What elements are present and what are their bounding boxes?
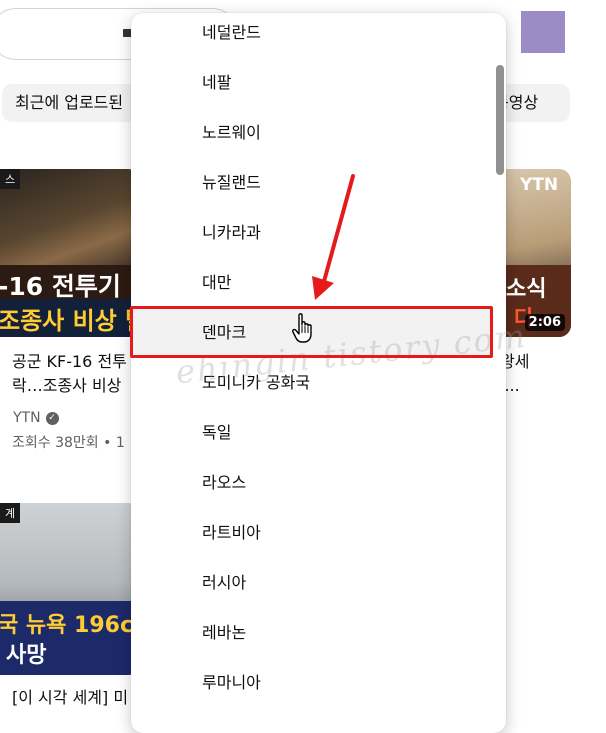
- verified-icon: ✓: [45, 411, 59, 425]
- video-title[interactable]: [이 시각 세계] 미: [12, 686, 137, 710]
- ytn-logo: YTN: [520, 175, 559, 195]
- dropdown-item[interactable]: 루마니아: [131, 658, 493, 708]
- thumbnail-text: 사망: [6, 643, 47, 668]
- dropdown-item[interactable]: 니카라과: [131, 208, 493, 258]
- dropdown-item[interactable]: 네덜란드: [131, 13, 493, 58]
- channel-label: YTN: [13, 410, 41, 426]
- video-title[interactable]: 왕세 l...: [500, 350, 570, 398]
- dropdown-item[interactable]: 뉴질랜드: [131, 158, 493, 208]
- video-thumbnail[interactable]: YTN 소식 다 2:06: [500, 169, 571, 337]
- video-title-line: l...: [500, 376, 520, 395]
- video-thumbnail[interactable]: 스 -16 전투기 1 조종사 비상 탈: [0, 169, 140, 337]
- scrollbar-thumb[interactable]: [496, 65, 504, 175]
- dropdown-item[interactable]: 라트비아: [131, 508, 493, 558]
- thumbnail-text: 국 뉴욕 196cm: [0, 613, 140, 638]
- filter-chip-recent[interactable]: 최근에 업로드된: [2, 84, 152, 122]
- dropdown-item[interactable]: 네팔: [131, 58, 493, 108]
- avatar[interactable]: [521, 11, 565, 53]
- thumbnail-text: -16 전투기 1: [0, 272, 140, 301]
- dropdown-item[interactable]: 레바논: [131, 608, 493, 658]
- thumbnail-tag: 스: [0, 169, 21, 189]
- video-thumbnail[interactable]: 계 국 뉴욕 196cm 사망: [0, 503, 140, 675]
- video-title-line: 공군 KF-16 전투: [12, 352, 127, 371]
- channel-name[interactable]: YTN ✓: [13, 410, 59, 426]
- thumbnail-text: 소식: [506, 277, 547, 302]
- video-title-line: 락…조종사 비상: [12, 376, 122, 395]
- dropdown-item[interactable]: 독일: [131, 408, 493, 458]
- dropdown-item[interactable]: 대만: [131, 258, 493, 308]
- dropdown-item[interactable]: 러시아: [131, 558, 493, 608]
- dropdown-item[interactable]: 라오스: [131, 458, 493, 508]
- thumbnail-text: 조종사 비상 탈: [0, 307, 140, 335]
- dropdown-item[interactable]: 노르웨이: [131, 108, 493, 158]
- video-title[interactable]: 공군 KF-16 전투 락…조종사 비상: [12, 350, 137, 398]
- hand-cursor-icon: [292, 313, 312, 343]
- video-meta: 조회수 38만회 • 1: [12, 435, 125, 451]
- thumbnail-tag: 계: [0, 503, 21, 523]
- duration-badge: 2:06: [524, 314, 565, 331]
